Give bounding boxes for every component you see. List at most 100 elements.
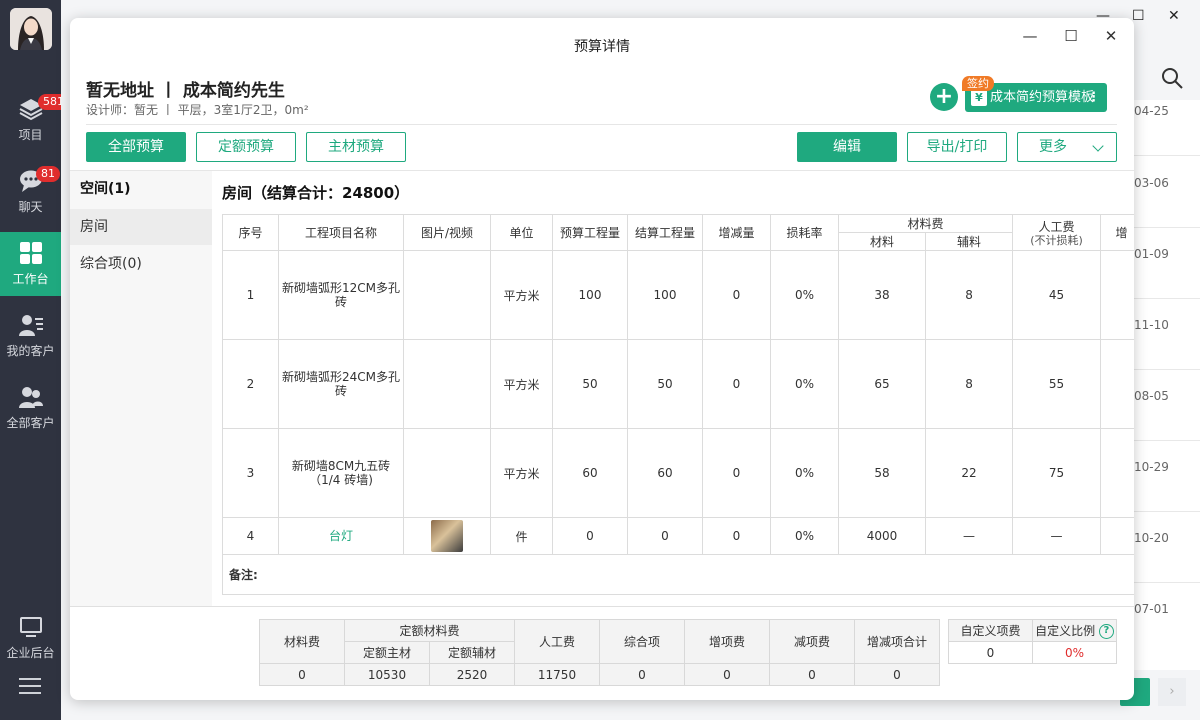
cell-budget-qty: 50 bbox=[552, 339, 628, 429]
nav-item-all-customers[interactable]: 全部客户 bbox=[0, 376, 61, 440]
cell-material: 38 bbox=[838, 250, 926, 340]
cell-labor: 45 bbox=[1012, 250, 1102, 340]
col-header-material-fee: 材料费 bbox=[837, 214, 1014, 233]
close-icon[interactable]: ✕ bbox=[1103, 28, 1119, 44]
product-thumbnail[interactable] bbox=[431, 520, 463, 552]
col-header-budget-qty: 预算工程量 bbox=[552, 214, 628, 251]
cell-seq: 1 bbox=[222, 250, 279, 340]
bg-date: 08-05 bbox=[1134, 389, 1169, 403]
sum-value-reduce-fee: 0 bbox=[769, 663, 855, 686]
cell-material: 4000 bbox=[838, 517, 926, 555]
tab-all-budget[interactable]: 全部预算 bbox=[86, 132, 186, 162]
section-divider bbox=[70, 170, 1134, 171]
col-header-loss-rate: 损耗率 bbox=[770, 214, 839, 251]
bg-next-page-button[interactable]: › bbox=[1158, 678, 1186, 706]
budget-table-container[interactable]: 序号 工程项目名称 图片/视频 单位 预算工程量 结算工程量 增减量 损耗率 材… bbox=[222, 214, 1134, 596]
add-button[interactable]: + bbox=[930, 83, 958, 111]
cell-seq: 2 bbox=[222, 339, 279, 429]
custom-ratio-value: 0% bbox=[1032, 641, 1117, 664]
nav-item-workbench[interactable]: 工作台 bbox=[0, 232, 61, 296]
table-row[interactable]: 2 新砌墙弧形24CM多孔砖 平方米 50 50 0 0% 65 8 55 bbox=[222, 339, 1134, 429]
cell-unit: 件 bbox=[490, 517, 553, 555]
tab-main-material-budget[interactable]: 主材预算 bbox=[306, 132, 406, 162]
cell-name: 新砌墙8CM九五砖（1/4 砖墙) bbox=[278, 428, 404, 518]
hamburger-menu-icon[interactable] bbox=[19, 678, 41, 694]
tab-quota-budget[interactable]: 定额预算 bbox=[196, 132, 296, 162]
monitor-icon bbox=[19, 617, 42, 637]
sum-value-composite: 0 bbox=[599, 663, 685, 686]
category-space[interactable]: 空间(1) bbox=[70, 171, 212, 207]
custom-ratio-label: 自定义比例 bbox=[1035, 624, 1096, 638]
cell-cut bbox=[1100, 250, 1134, 340]
search-icon[interactable] bbox=[1160, 66, 1184, 90]
col-header-delta: 增减量 bbox=[702, 214, 771, 251]
col-header-name: 工程项目名称 bbox=[278, 214, 404, 251]
footer-divider bbox=[70, 606, 1134, 607]
nav-item-my-customers[interactable]: 我的客户 bbox=[0, 304, 61, 368]
col-header-media: 图片/视频 bbox=[403, 214, 491, 251]
sum-label-material-fee: 材料费 bbox=[259, 619, 345, 664]
room-section-title: 房间（结算合计：24800） bbox=[222, 184, 410, 202]
bg-maximize-icon[interactable]: ☐ bbox=[1132, 8, 1145, 24]
more-dropdown[interactable]: 更多 bbox=[1017, 132, 1117, 162]
remark-row: 备注: bbox=[222, 554, 1134, 595]
nav-item-enterprise-admin[interactable]: 企业后台 bbox=[0, 606, 61, 670]
cell-budget-qty: 100 bbox=[552, 250, 628, 340]
bg-date: 11-10 bbox=[1134, 318, 1169, 332]
cell-budget-qty: 0 bbox=[552, 517, 628, 555]
custom-ratio-header: 自定义比例 ? bbox=[1032, 619, 1117, 642]
help-question-icon[interactable]: ? bbox=[1098, 624, 1114, 639]
table-row[interactable]: 4 台灯 件 0 0 0 0% 4000 — — bbox=[222, 517, 1134, 555]
cell-seq: 4 bbox=[222, 517, 279, 555]
users-group-icon bbox=[18, 387, 43, 408]
cell-aux: 8 bbox=[924, 339, 1014, 429]
header-divider bbox=[86, 124, 1117, 125]
nav-item-projects[interactable]: 项目 5812 bbox=[0, 88, 76, 152]
cell-settle-qty: 50 bbox=[627, 339, 703, 429]
nav-label-chat: 聊天 bbox=[18, 200, 43, 214]
grid-apps-icon bbox=[19, 242, 42, 264]
cell-settle-qty: 0 bbox=[627, 517, 703, 555]
sum-value-labor: 11750 bbox=[514, 663, 600, 686]
category-room[interactable]: 房间 bbox=[70, 209, 212, 245]
cell-name-link[interactable]: 台灯 bbox=[278, 517, 404, 555]
bg-date: 04-25 bbox=[1134, 104, 1169, 118]
cell-budget-qty: 60 bbox=[552, 428, 628, 518]
bg-close-icon[interactable]: ✕ bbox=[1168, 8, 1180, 24]
chat-badge: 81 bbox=[36, 166, 60, 182]
cell-material: 65 bbox=[838, 339, 926, 429]
cell-unit: 平方米 bbox=[490, 250, 553, 340]
cell-name: 新砌墙弧形12CM多孔砖 bbox=[278, 250, 404, 340]
sum-value-material-fee: 0 bbox=[259, 663, 345, 686]
cell-media bbox=[403, 428, 491, 518]
sum-label-labor: 人工费 bbox=[514, 619, 600, 664]
cell-delta: 0 bbox=[702, 517, 771, 555]
cell-loss: 0% bbox=[770, 339, 839, 429]
more-vertical-icon[interactable]: ⋮ bbox=[1087, 83, 1100, 112]
sum-value-add-fee: 0 bbox=[684, 663, 770, 686]
edit-button[interactable]: 编辑 bbox=[797, 132, 897, 162]
cell-cut bbox=[1100, 339, 1134, 429]
user-avatar[interactable] bbox=[10, 8, 52, 50]
minimize-icon[interactable]: — bbox=[1022, 28, 1038, 44]
category-composite[interactable]: 综合项(0) bbox=[70, 246, 212, 282]
table-row[interactable]: 1 新砌墙弧形12CM多孔砖 平方米 100 100 0 0% 38 8 45 bbox=[222, 250, 1134, 340]
dialog-title: 预算详情 bbox=[574, 39, 630, 55]
cell-delta: 0 bbox=[702, 428, 771, 518]
bg-divider bbox=[1133, 511, 1200, 512]
col-header-material: 材料 bbox=[838, 232, 926, 251]
cell-loss: 0% bbox=[770, 428, 839, 518]
cell-settle-qty: 60 bbox=[627, 428, 703, 518]
chevron-down-icon bbox=[1092, 140, 1104, 152]
table-row[interactable]: 3 新砌墙8CM九五砖（1/4 砖墙) 平方米 60 60 0 0% 58 22… bbox=[222, 428, 1134, 518]
custom-item-fee-label: 自定义项费 bbox=[948, 619, 1033, 642]
labor-header-note: (不计损耗) bbox=[1030, 234, 1083, 247]
nav-item-chat[interactable]: 聊天 81 bbox=[0, 160, 61, 224]
cell-unit: 平方米 bbox=[490, 339, 553, 429]
project-subtitle: 设计师：暂无 丨 平层，3室1厅2卫，0m² bbox=[86, 103, 309, 117]
maximize-icon[interactable]: ☐ bbox=[1063, 28, 1079, 44]
cell-delta: 0 bbox=[702, 250, 771, 340]
project-title: 暂无地址 丨 成本简约先生 bbox=[86, 81, 285, 101]
col-header-labor: 人工费 (不计损耗) bbox=[1012, 214, 1102, 251]
export-print-button[interactable]: 导出/打印 bbox=[907, 132, 1007, 162]
